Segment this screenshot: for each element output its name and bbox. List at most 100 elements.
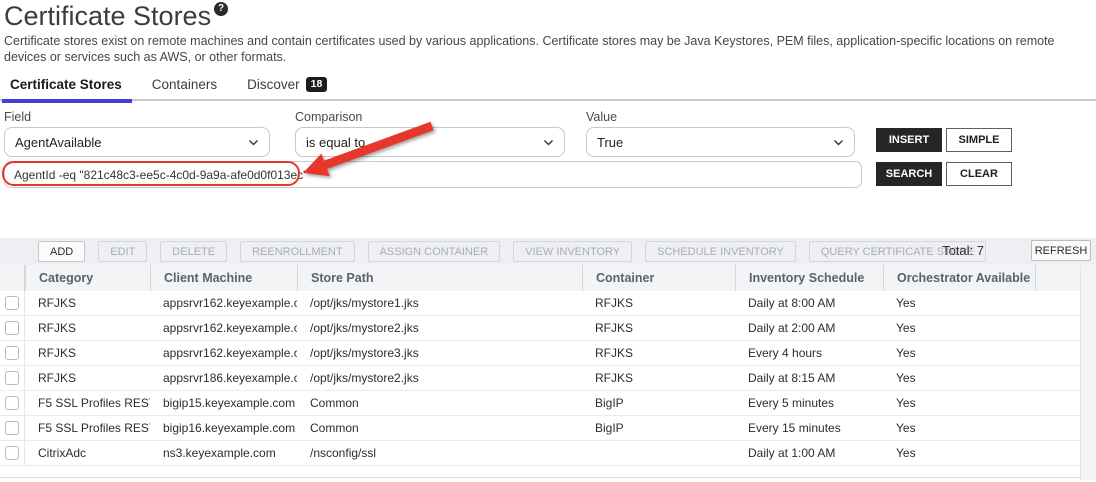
column-header-category[interactable]: Category <box>25 265 150 291</box>
tab-certificate-stores[interactable]: Certificate Stores <box>10 77 122 99</box>
value-select-value: True <box>597 135 833 150</box>
tab-bar: Certificate Stores Containers Discover 18 <box>0 74 1096 101</box>
row-checkbox[interactable] <box>5 421 19 435</box>
cell-inventory-schedule: Daily at 8:00 AM <box>735 296 883 310</box>
comparison-select-value: is equal to <box>306 135 543 150</box>
reenrollment-button: REENROLLMENT <box>240 241 354 262</box>
cell-orchestrator-available: Yes <box>883 446 1035 460</box>
cell-orchestrator-available: Yes <box>883 296 1035 310</box>
assign-container-button: ASSIGN CONTAINER <box>368 241 501 262</box>
delete-button: DELETE <box>160 241 227 262</box>
cell-inventory-schedule: Every 15 minutes <box>735 421 883 435</box>
cell-inventory-schedule: Daily at 8:15 AM <box>735 371 883 385</box>
cell-client-machine: appsrvr162.keyexample.com <box>150 321 297 335</box>
cell-category: RFJKS <box>25 371 150 385</box>
clear-button[interactable]: CLEAR <box>946 162 1012 186</box>
row-checkbox-cell <box>0 291 25 315</box>
cell-category: F5 SSL Profiles REST <box>25 421 150 435</box>
chevron-down-icon <box>833 137 844 148</box>
table-row[interactable]: RFJKSappsrvr186.keyexample.com/opt/jks/m… <box>0 366 1080 391</box>
column-header-filler <box>1035 265 1080 291</box>
cell-store-path: Common <box>297 421 582 435</box>
row-checkbox[interactable] <box>5 446 19 460</box>
cell-client-machine: ns3.keyexample.com <box>150 446 297 460</box>
cell-orchestrator-available: Yes <box>883 421 1035 435</box>
edit-button: EDIT <box>98 241 147 262</box>
tab-discover[interactable]: Discover 18 <box>247 77 327 99</box>
cell-container: RFJKS <box>582 296 735 310</box>
column-header-store-path[interactable]: Store Path <box>297 265 582 291</box>
tab-label: Containers <box>152 77 217 92</box>
cell-container: RFJKS <box>582 346 735 360</box>
view-inventory-button: VIEW INVENTORY <box>513 241 632 262</box>
cell-store-path: /opt/jks/mystore1.jks <box>297 296 582 310</box>
row-checkbox[interactable] <box>5 321 19 335</box>
field-label: Field <box>4 110 31 124</box>
cell-client-machine: appsrvr186.keyexample.com <box>150 371 297 385</box>
table-row[interactable]: RFJKSappsrvr162.keyexample.com/opt/jks/m… <box>0 341 1080 366</box>
row-checkbox-cell <box>0 441 25 465</box>
schedule-inventory-button: SCHEDULE INVENTORY <box>645 241 796 262</box>
tab-label: Discover <box>247 77 300 92</box>
cell-inventory-schedule: Daily at 1:00 AM <box>735 446 883 460</box>
table-row[interactable]: F5 SSL Profiles RESTbigip16.keyexample.c… <box>0 416 1080 441</box>
cell-orchestrator-available: Yes <box>883 371 1035 385</box>
refresh-button[interactable]: REFRESH <box>1031 240 1091 261</box>
total-count: Total: 7 <box>942 243 984 258</box>
row-checkbox-cell <box>0 316 25 340</box>
column-header-client-machine[interactable]: Client Machine <box>150 265 297 291</box>
cell-orchestrator-available: Yes <box>883 321 1035 335</box>
table-row[interactable]: CitrixAdcns3.keyexample.com/nsconfig/ssl… <box>0 441 1080 466</box>
column-header-inventory-schedule[interactable]: Inventory Schedule <box>735 265 883 291</box>
field-select[interactable]: AgentAvailable <box>4 127 270 157</box>
query-input[interactable] <box>4 161 862 188</box>
search-button[interactable]: SEARCH <box>876 162 942 186</box>
row-checkbox[interactable] <box>5 396 19 410</box>
cell-client-machine: bigip15.keyexample.com <box>150 396 297 410</box>
row-checkbox-cell <box>0 391 25 415</box>
cell-container: RFJKS <box>582 321 735 335</box>
cell-inventory-schedule: Every 4 hours <box>735 346 883 360</box>
chevron-down-icon <box>248 137 259 148</box>
table-bottom-border <box>0 477 1080 478</box>
cell-container: BigIP <box>582 396 735 410</box>
table-row[interactable]: RFJKSappsrvr162.keyexample.com/opt/jks/m… <box>0 316 1080 341</box>
tab-containers[interactable]: Containers <box>152 77 217 99</box>
page-description: Certificate stores exist on remote machi… <box>4 33 1092 65</box>
cell-store-path: /opt/jks/mystore3.jks <box>297 346 582 360</box>
row-checkbox-cell <box>0 416 25 440</box>
table-row[interactable]: RFJKS appsrvr162.keyexample.com/opt/jks/m… <box>0 291 1080 316</box>
table-header: CategoryClient MachineStore PathContaine… <box>0 265 1080 291</box>
cell-category: F5 SSL Profiles REST <box>25 396 150 410</box>
grid-toolbar: ADD EDIT DELETE REENROLLMENT ASSIGN CONTAINE… <box>0 238 1096 265</box>
cell-category: CitrixAdc <box>25 446 150 460</box>
row-checkbox[interactable] <box>5 371 19 385</box>
tab-count-badge: 18 <box>306 77 328 92</box>
column-header-container[interactable]: Container <box>582 265 735 291</box>
comparison-select[interactable]: is equal to <box>295 127 565 157</box>
column-header-orchestrator-available[interactable]: Orchestrator Available <box>883 265 1035 291</box>
chevron-down-icon <box>543 137 554 148</box>
cell-category: RFJKS <box>25 321 150 335</box>
insert-button[interactable]: INSERT <box>876 128 942 152</box>
row-checkbox[interactable] <box>5 296 19 310</box>
certificate-stores-page: Certificate Stores? Certificate stores e… <box>0 0 1096 482</box>
cell-container: RFJKS <box>582 371 735 385</box>
comparison-label: Comparison <box>295 110 362 124</box>
cell-store-path: /nsconfig/ssl <box>297 446 582 460</box>
page-title: Certificate Stores? <box>4 1 228 32</box>
help-icon[interactable]: ? <box>214 2 228 16</box>
cell-store-path: /opt/jks/mystore2.jks <box>297 321 582 335</box>
add-button[interactable]: ADD <box>38 241 85 262</box>
cell-category: RFJKS <box>25 346 150 360</box>
field-select-value: AgentAvailable <box>15 135 248 150</box>
cell-orchestrator-available: Yes <box>883 346 1035 360</box>
table-row[interactable]: F5 SSL Profiles RESTbigip15.keyexample.c… <box>0 391 1080 416</box>
table-scrollbar-gutter[interactable] <box>1080 265 1096 480</box>
tab-label: Certificate Stores <box>10 77 122 92</box>
row-checkbox-cell <box>0 341 25 365</box>
cell-client-machine: appsrvr162.keyexample.com <box>150 296 297 310</box>
value-select[interactable]: True <box>586 127 855 157</box>
row-checkbox[interactable] <box>5 346 19 360</box>
simple-button[interactable]: SIMPLE <box>946 128 1012 152</box>
